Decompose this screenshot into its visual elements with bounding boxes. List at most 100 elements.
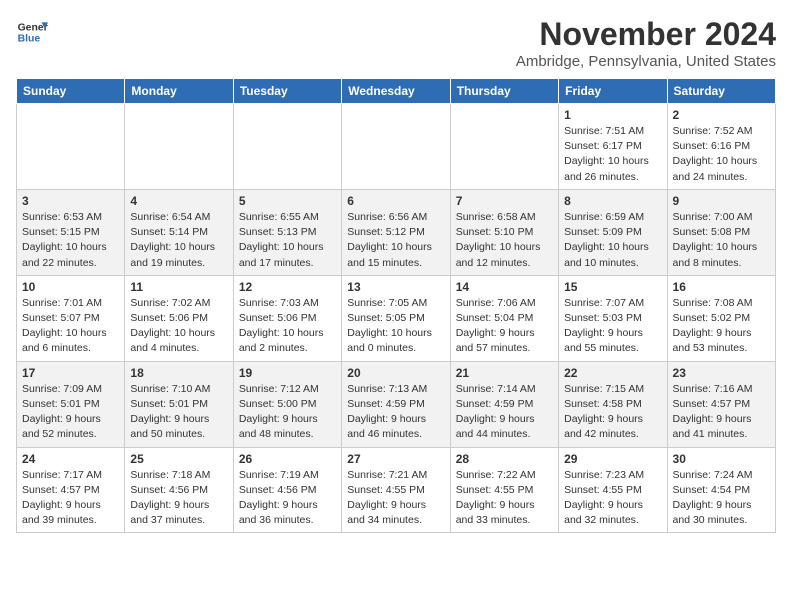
day-info: Sunrise: 6:59 AM Sunset: 5:09 PM Dayligh…: [564, 210, 661, 271]
day-info: Sunrise: 7:51 AM Sunset: 6:17 PM Dayligh…: [564, 124, 661, 185]
day-number: 8: [564, 194, 661, 208]
day-info: Sunrise: 7:52 AM Sunset: 6:16 PM Dayligh…: [673, 124, 770, 185]
week-row-2: 3 Sunrise: 6:53 AM Sunset: 5:15 PM Daylig…: [17, 189, 776, 275]
day-number: 15: [564, 280, 661, 294]
calendar-cell: 26Sunrise: 7:19 AM Sunset: 4:56 PM Dayli…: [233, 447, 341, 533]
calendar-cell: 17Sunrise: 7:09 AM Sunset: 5:01 PM Dayli…: [17, 361, 125, 447]
day-info: Sunrise: 6:54 AM Sunset: 5:14 PM Dayligh…: [130, 210, 227, 271]
week-row-5: 24 Sunrise: 7:17 AM Sunset: 4:57 PM Dayli…: [17, 447, 776, 533]
day-info: Sunrise: 7:17 AM Sunset: 4:57 PM Dayligh…: [22, 468, 119, 529]
day-info: Sunrise: 7:07 AM Sunset: 5:03 PM Dayligh…: [564, 296, 661, 357]
calendar-cell: 21 Sunrise: 7:14 AM Sunset: 4:59 PM Dayli…: [450, 361, 558, 447]
calendar-cell: 10Sunrise: 7:01 AM Sunset: 5:07 PM Dayli…: [17, 275, 125, 361]
day-info: Sunrise: 7:02 AM Sunset: 5:06 PM Dayligh…: [130, 296, 227, 357]
day-number: 19: [239, 366, 336, 380]
calendar-cell: 16 Sunrise: 7:08 AM Sunset: 5:02 PM Dayli…: [667, 275, 775, 361]
header: General Blue November 2024 Ambridge, Pen…: [16, 16, 776, 70]
calendar-cell: 22 Sunrise: 7:15 AM Sunset: 4:58 PM Dayli…: [559, 361, 667, 447]
day-info: Sunrise: 7:15 AM Sunset: 4:58 PM Dayligh…: [564, 382, 661, 443]
day-info: Sunrise: 7:24 AM Sunset: 4:54 PM Dayligh…: [673, 468, 770, 529]
day-info: Sunrise: 7:05 AM Sunset: 5:05 PM Dayligh…: [347, 296, 444, 357]
day-number: 21: [456, 366, 553, 380]
calendar-cell: 6 Sunrise: 6:56 AM Sunset: 5:12 PM Daylig…: [342, 189, 450, 275]
day-number: 17: [22, 366, 119, 380]
weekday-header-row: SundayMondayTuesdayWednesdayThursdayFrid…: [17, 79, 776, 104]
calendar-cell: 20 Sunrise: 7:13 AM Sunset: 4:59 PM Dayli…: [342, 361, 450, 447]
day-number: 18: [130, 366, 227, 380]
day-info: Sunrise: 6:53 AM Sunset: 5:15 PM Dayligh…: [22, 210, 119, 271]
week-row-4: 17Sunrise: 7:09 AM Sunset: 5:01 PM Dayli…: [17, 361, 776, 447]
day-info: Sunrise: 6:58 AM Sunset: 5:10 PM Dayligh…: [456, 210, 553, 271]
day-number: 30: [673, 452, 770, 466]
day-info: Sunrise: 7:08 AM Sunset: 5:02 PM Dayligh…: [673, 296, 770, 357]
weekday-monday: Monday: [125, 79, 233, 104]
weekday-saturday: Saturday: [667, 79, 775, 104]
day-number: 26: [239, 452, 336, 466]
weekday-thursday: Thursday: [450, 79, 558, 104]
week-row-1: 1Sunrise: 7:51 AM Sunset: 6:17 PM Daylig…: [17, 104, 776, 190]
location-subtitle: Ambridge, Pennsylvania, United States: [516, 53, 776, 70]
day-number: 20: [347, 366, 444, 380]
calendar-cell: 30 Sunrise: 7:24 AM Sunset: 4:54 PM Dayli…: [667, 447, 775, 533]
calendar-cell: [450, 104, 558, 190]
calendar-cell: 2 Sunrise: 7:52 AM Sunset: 6:16 PM Daylig…: [667, 104, 775, 190]
calendar-body: 1Sunrise: 7:51 AM Sunset: 6:17 PM Daylig…: [17, 104, 776, 533]
calendar-cell: 18Sunrise: 7:10 AM Sunset: 5:01 PM Dayli…: [125, 361, 233, 447]
calendar-cell: 23Sunrise: 7:16 AM Sunset: 4:57 PM Dayli…: [667, 361, 775, 447]
day-info: Sunrise: 6:56 AM Sunset: 5:12 PM Dayligh…: [347, 210, 444, 271]
day-info: Sunrise: 7:06 AM Sunset: 5:04 PM Dayligh…: [456, 296, 553, 357]
day-number: 22: [564, 366, 661, 380]
calendar-cell: 11 Sunrise: 7:02 AM Sunset: 5:06 PM Dayli…: [125, 275, 233, 361]
calendar-cell: 9 Sunrise: 7:00 AM Sunset: 5:08 PM Daylig…: [667, 189, 775, 275]
calendar-cell: 15 Sunrise: 7:07 AM Sunset: 5:03 PM Dayli…: [559, 275, 667, 361]
title-block: November 2024 Ambridge, Pennsylvania, Un…: [516, 16, 776, 70]
weekday-tuesday: Tuesday: [233, 79, 341, 104]
day-info: Sunrise: 7:03 AM Sunset: 5:06 PM Dayligh…: [239, 296, 336, 357]
calendar-cell: 7 Sunrise: 6:58 AM Sunset: 5:10 PM Daylig…: [450, 189, 558, 275]
day-number: 13: [347, 280, 444, 294]
calendar-cell: 12Sunrise: 7:03 AM Sunset: 5:06 PM Dayli…: [233, 275, 341, 361]
day-number: 6: [347, 194, 444, 208]
calendar-cell: 8 Sunrise: 6:59 AM Sunset: 5:09 PM Daylig…: [559, 189, 667, 275]
weekday-friday: Friday: [559, 79, 667, 104]
day-number: 4: [130, 194, 227, 208]
day-info: Sunrise: 6:55 AM Sunset: 5:13 PM Dayligh…: [239, 210, 336, 271]
day-info: Sunrise: 7:12 AM Sunset: 5:00 PM Dayligh…: [239, 382, 336, 443]
calendar-cell: 24 Sunrise: 7:17 AM Sunset: 4:57 PM Dayli…: [17, 447, 125, 533]
calendar-cell: [342, 104, 450, 190]
calendar-cell: 28Sunrise: 7:22 AM Sunset: 4:55 PM Dayli…: [450, 447, 558, 533]
logo-icon: General Blue: [16, 16, 48, 48]
day-info: Sunrise: 7:21 AM Sunset: 4:55 PM Dayligh…: [347, 468, 444, 529]
weekday-wednesday: Wednesday: [342, 79, 450, 104]
day-number: 29: [564, 452, 661, 466]
logo: General Blue: [16, 16, 48, 48]
day-number: 16: [673, 280, 770, 294]
day-number: 9: [673, 194, 770, 208]
day-info: Sunrise: 7:00 AM Sunset: 5:08 PM Dayligh…: [673, 210, 770, 271]
day-number: 11: [130, 280, 227, 294]
calendar-cell: [233, 104, 341, 190]
calendar-cell: 13 Sunrise: 7:05 AM Sunset: 5:05 PM Dayli…: [342, 275, 450, 361]
calendar-cell: [17, 104, 125, 190]
calendar-cell: [125, 104, 233, 190]
day-number: 25: [130, 452, 227, 466]
calendar-cell: 19 Sunrise: 7:12 AM Sunset: 5:00 PM Dayli…: [233, 361, 341, 447]
day-number: 3: [22, 194, 119, 208]
calendar-cell: 4 Sunrise: 6:54 AM Sunset: 5:14 PM Daylig…: [125, 189, 233, 275]
day-info: Sunrise: 7:23 AM Sunset: 4:55 PM Dayligh…: [564, 468, 661, 529]
day-info: Sunrise: 7:14 AM Sunset: 4:59 PM Dayligh…: [456, 382, 553, 443]
day-info: Sunrise: 7:01 AM Sunset: 5:07 PM Dayligh…: [22, 296, 119, 357]
calendar-cell: 5 Sunrise: 6:55 AM Sunset: 5:13 PM Daylig…: [233, 189, 341, 275]
day-number: 7: [456, 194, 553, 208]
day-info: Sunrise: 7:13 AM Sunset: 4:59 PM Dayligh…: [347, 382, 444, 443]
calendar-cell: 25 Sunrise: 7:18 AM Sunset: 4:56 PM Dayli…: [125, 447, 233, 533]
day-info: Sunrise: 7:18 AM Sunset: 4:56 PM Dayligh…: [130, 468, 227, 529]
day-number: 2: [673, 108, 770, 122]
day-number: 27: [347, 452, 444, 466]
calendar-cell: 14 Sunrise: 7:06 AM Sunset: 5:04 PM Dayli…: [450, 275, 558, 361]
day-number: 14: [456, 280, 553, 294]
svg-text:Blue: Blue: [18, 34, 41, 45]
day-number: 5: [239, 194, 336, 208]
day-number: 24: [22, 452, 119, 466]
month-title: November 2024: [516, 16, 776, 53]
